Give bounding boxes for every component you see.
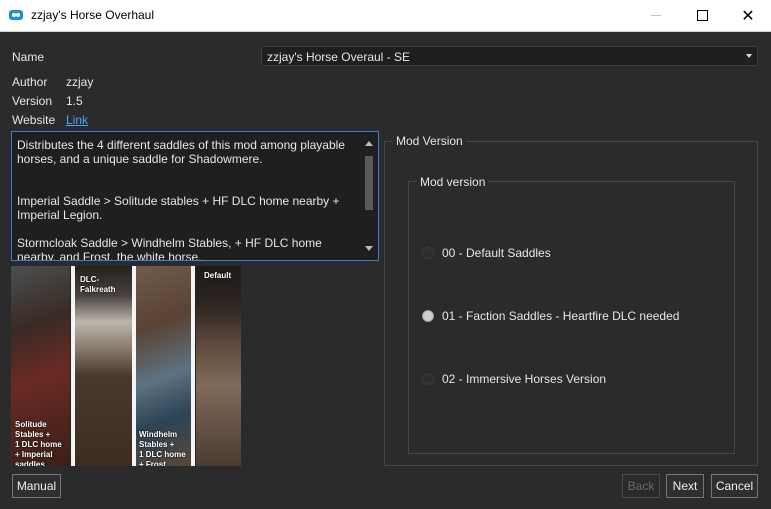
window-title: zzjay's Horse Overhaul <box>31 8 154 22</box>
caption-falkreath: DLC- Falkreath <box>80 275 116 294</box>
scroll-down-icon[interactable] <box>365 246 373 251</box>
mod-version-group-title: Mod Version <box>393 134 466 148</box>
radio-button[interactable] <box>422 247 434 259</box>
minimize-icon <box>651 15 661 16</box>
name-select-value: zzjay's Horse Overaul - SE <box>267 50 410 64</box>
radio-button[interactable] <box>422 373 434 385</box>
preview-image: Solitude Stables + 1 DLC home + Imperial… <box>11 266 241 466</box>
description-para-1: Distributes the 4 different saddles of t… <box>17 138 345 166</box>
radio-option-00[interactable]: 00 - Default Saddles <box>422 245 551 261</box>
mod-version-inner-title: Mod version <box>417 175 489 189</box>
description-para-3: Stormcloak Saddle > Windhelm Stables, + … <box>17 236 322 261</box>
website-label: Website <box>12 113 56 127</box>
maximize-icon <box>696 10 708 21</box>
saddle-image-default <box>196 266 241 466</box>
scroll-up-icon[interactable] <box>365 141 373 146</box>
author-value: zzjay <box>66 75 94 89</box>
description-text: Distributes the 4 different saddles of t… <box>17 138 355 261</box>
radio-label: 01 - Faction Saddles - Heartfire DLC nee… <box>442 309 680 323</box>
app-icon <box>9 10 23 20</box>
name-select[interactable]: zzjay's Horse Overaul - SE <box>261 46 758 66</box>
image-divider <box>191 266 195 466</box>
title-bar: zzjay's Horse Overhaul ✕ <box>0 0 771 32</box>
caption-default: Default <box>204 271 232 280</box>
name-label: Name <box>12 50 45 64</box>
saddle-image-falkreath <box>75 266 132 466</box>
description-scrollbar[interactable] <box>360 132 378 260</box>
scroll-thumb[interactable] <box>365 156 373 210</box>
radio-label: 02 - Immersive Horses Version <box>442 372 607 386</box>
chevron-down-icon <box>746 54 752 58</box>
radio-button-selected[interactable] <box>422 310 434 322</box>
caption-windhelm: Windhelm Stables + 1 DLC home + Frost <box>139 430 186 466</box>
description-box[interactable]: Distributes the 4 different saddles of t… <box>11 131 379 261</box>
radio-option-01[interactable]: 01 - Faction Saddles - Heartfire DLC nee… <box>422 308 679 324</box>
author-label: Author <box>12 75 48 89</box>
website-link[interactable]: Link <box>66 113 88 127</box>
version-label: Version <box>12 94 53 108</box>
close-button[interactable]: ✕ <box>725 0 771 31</box>
version-value: 1.5 <box>66 94 83 108</box>
next-button[interactable]: Next <box>666 474 704 498</box>
cancel-button[interactable]: Cancel <box>711 474 758 498</box>
description-para-2: Imperial Saddle > Solitude stables + HF … <box>17 194 340 222</box>
minimize-button[interactable] <box>633 0 679 31</box>
radio-option-02[interactable]: 02 - Immersive Horses Version <box>422 371 606 387</box>
back-button[interactable]: Back <box>622 474 660 498</box>
caption-solitude: Solitude Stables + 1 DLC home + Imperial… <box>15 420 62 466</box>
manual-button[interactable]: Manual <box>12 474 61 498</box>
close-icon: ✕ <box>741 7 755 25</box>
maximize-button[interactable] <box>679 0 725 31</box>
radio-label: 00 - Default Saddles <box>442 246 551 260</box>
